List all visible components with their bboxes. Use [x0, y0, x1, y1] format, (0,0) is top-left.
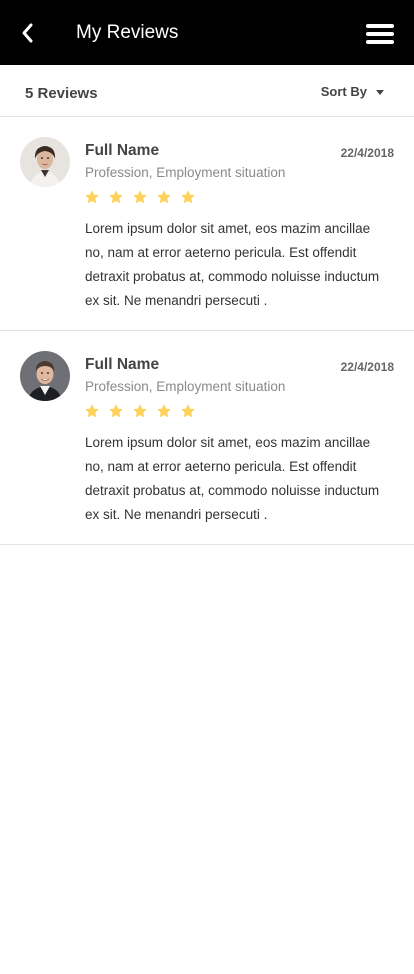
star-icon [133, 404, 147, 418]
star-rating [84, 403, 196, 419]
review-item: Full Name 22/4/2018 Profession, Employme… [0, 117, 414, 331]
star-icon [157, 190, 171, 204]
review-count: 5 Reviews [25, 85, 98, 102]
caret-down-icon [376, 89, 384, 95]
star-icon [181, 190, 195, 204]
star-icon [157, 404, 171, 418]
star-icon [109, 404, 123, 418]
review-text: Lorem ipsum dolor sit amet, eos mazim an… [85, 435, 380, 522]
sort-dropdown[interactable]: Sort By [321, 84, 384, 99]
avatar [20, 351, 70, 401]
star-icon [133, 190, 147, 204]
review-date: 22/4/2018 [340, 360, 394, 374]
reviewer-profession: Profession, Employment situation [85, 379, 286, 394]
page-title: My Reviews [76, 22, 179, 43]
chevron-left-icon [22, 23, 33, 43]
star-icon [181, 404, 195, 418]
review-item: Full Name 22/4/2018 Profession, Employme… [0, 331, 414, 545]
star-icon [85, 404, 99, 418]
reviewer-name: Full Name [85, 142, 160, 159]
hamburger-menu-icon [366, 24, 394, 28]
menu-button[interactable] [366, 23, 394, 45]
star-icon [109, 190, 123, 204]
reviewer-name: Full Name [85, 356, 160, 373]
star-icon [85, 190, 99, 204]
reviews-summary-bar: 5 Reviews Sort By [0, 65, 414, 117]
review-date: 22/4/2018 [340, 146, 394, 160]
reviewer-profession: Profession, Employment situation [85, 165, 286, 180]
back-button[interactable] [14, 20, 40, 46]
review-text: Lorem ipsum dolor sit amet, eos mazim an… [85, 221, 380, 308]
star-rating [84, 189, 196, 205]
app-header: My Reviews [0, 0, 414, 65]
avatar [20, 137, 70, 187]
sort-label: Sort By [320, 84, 367, 99]
